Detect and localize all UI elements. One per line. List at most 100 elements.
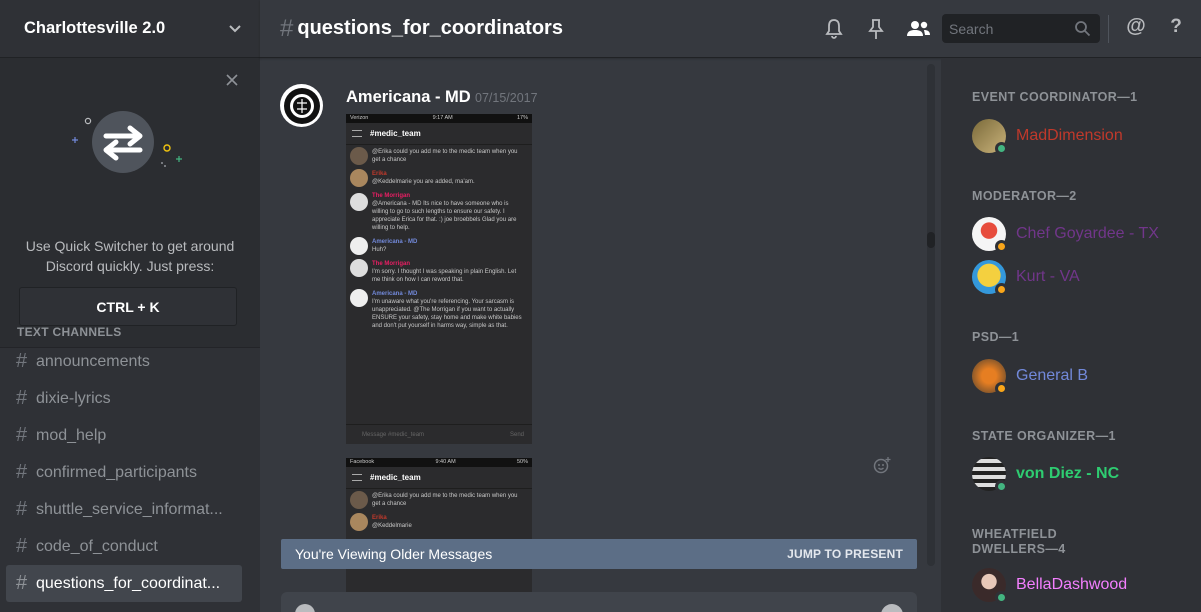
phone-channel-name: #medic_team: [370, 473, 421, 482]
member-item[interactable]: Kurt - VA: [972, 259, 1192, 296]
hash-icon: #: [280, 14, 294, 42]
hash-icon: #: [16, 424, 28, 446]
hash-icon: #: [16, 350, 28, 372]
member-item[interactable]: MadDimension: [972, 118, 1192, 155]
menu-icon: [352, 474, 362, 481]
upload-icon[interactable]: [295, 604, 315, 612]
close-icon[interactable]: [224, 72, 240, 88]
member-item[interactable]: von Diez - NC: [972, 456, 1192, 493]
member-name: MadDimension: [1016, 127, 1123, 144]
member-name: Kurt - VA: [1016, 268, 1080, 285]
member-item[interactable]: General B: [972, 358, 1192, 395]
channel-dixie-lyrics[interactable]: # dixie-lyrics: [6, 380, 242, 417]
channel-label: announcements: [36, 352, 150, 370]
phone-message-text: @Americana - MD Its nice to have someone…: [372, 201, 517, 231]
member-item[interactable]: Chef Goyardee - TX: [972, 216, 1192, 253]
status-online-icon: [995, 480, 1008, 493]
channel-sidebar: Charlottesville 2.0 Use Quick Switcher t…: [0, 0, 260, 612]
phone-channel-header: #medic_team: [346, 123, 532, 145]
avatar: [972, 260, 1008, 296]
channel-label: shuttle_service_informat...: [36, 500, 223, 518]
phone-message-author: Erika: [372, 171, 387, 177]
channel-shuttle-service[interactable]: # shuttle_service_informat...: [6, 491, 242, 528]
quick-switcher-text: Use Quick Switcher to get around Discord…: [0, 236, 260, 276]
avatar: [972, 568, 1008, 604]
role-header: STATE ORGANIZER—1: [972, 429, 1116, 443]
older-messages-bar[interactable]: You're Viewing Older Messages JUMP TO PR…: [281, 539, 917, 569]
status-online-icon: [995, 142, 1008, 155]
mention-icon[interactable]: @: [1124, 15, 1148, 39]
menu-icon: [352, 130, 362, 137]
member-list: EVENT COORDINATOR—1 MadDimension MODERAT…: [941, 58, 1201, 612]
quick-switcher-illustration: [72, 111, 182, 173]
phone-message-text: @Keddelmarie you are added, ma'am.: [372, 179, 475, 185]
chevron-down-icon[interactable]: [228, 22, 242, 36]
channel-confirmed-participants[interactable]: # confirmed_participants: [6, 454, 242, 491]
hash-icon: #: [16, 572, 28, 594]
text-channels-header[interactable]: TEXT CHANNELS: [17, 325, 122, 339]
jump-to-present-button[interactable]: JUMP TO PRESENT: [787, 547, 903, 561]
bell-icon[interactable]: [822, 17, 846, 41]
channel-title: questions_for_coordinators: [297, 17, 563, 39]
phone-carrier: Facebook: [350, 459, 375, 465]
help-icon[interactable]: ?: [1164, 16, 1188, 40]
quick-switcher-line2: Discord quickly. Just press:: [45, 258, 215, 274]
avatar: [972, 359, 1008, 395]
phone-message-author: The Morrigan: [372, 261, 411, 267]
member-item[interactable]: BellaDashwood: [972, 567, 1192, 604]
scrollbar-thumb[interactable]: [927, 232, 935, 248]
phone-message: Erika @Keddelmarie you are added, ma'am.: [346, 167, 532, 189]
role-header: WHEATFIELD DWELLERS—4: [972, 527, 1066, 556]
search-icon[interactable]: [1074, 20, 1091, 37]
hash-icon: #: [16, 461, 28, 483]
toolbar-divider: [1108, 15, 1109, 43]
guild-name[interactable]: Charlottesville 2.0: [24, 19, 165, 38]
channel-questions-for-coordinators[interactable]: # questions_for_coordinat...: [6, 565, 242, 602]
search-input[interactable]: [942, 14, 1068, 43]
phone-battery: 50%: [516, 459, 528, 465]
avatar[interactable]: [280, 84, 323, 127]
channel-announcements[interactable]: # announcements: [6, 343, 242, 380]
phone-message-input: Message #medic_team Send: [346, 424, 532, 444]
phone-message-text: Huh?: [372, 247, 387, 253]
quick-switcher-shortcut-button[interactable]: CTRL + K: [19, 287, 237, 326]
phone-channel-header: #medic_team: [346, 467, 532, 489]
phone-status-bar: Verizon 9:17 AM 17%: [346, 114, 532, 123]
channel-label: code_of_conduct: [36, 537, 158, 555]
channel-list: # announcements # dixie-lyrics # mod_help #…: [6, 343, 242, 602]
pin-icon[interactable]: [864, 17, 888, 41]
hash-icon: #: [16, 498, 28, 520]
image-attachment[interactable]: Verizon 9:17 AM 17% #medic_team @Erika c…: [346, 114, 532, 444]
phone-message: Erika @Keddelmarie: [346, 511, 532, 533]
message-author[interactable]: Americana - MD: [346, 88, 471, 107]
phone-channel-name: #medic_team: [370, 129, 421, 138]
older-messages-text: You're Viewing Older Messages: [295, 546, 493, 562]
members-icon[interactable]: [904, 17, 932, 41]
emoji-icon[interactable]: [881, 604, 903, 612]
phone-time: 9:40 AM: [435, 459, 456, 465]
channel-code-of-conduct[interactable]: # code_of_conduct: [6, 528, 242, 565]
add-reaction-icon[interactable]: [873, 456, 891, 474]
phone-message: Americana - MD I'm unaware what you're re…: [346, 287, 532, 333]
status-idle-icon: [995, 240, 1008, 253]
image-attachment[interactable]: Facebook 9:40 AM 50% #medic_team @Erika …: [346, 458, 532, 612]
member-name: Chef Goyardee - TX: [1016, 225, 1159, 242]
phone-message-author: The Morrigan: [372, 193, 411, 199]
member-name: BellaDashwood: [1016, 576, 1128, 593]
phone-message-author: Americana - MD: [372, 291, 418, 297]
role-header: PSD—1: [972, 330, 1020, 344]
message-timestamp: 07/15/2017: [475, 91, 538, 105]
guild-header[interactable]: Charlottesville 2.0: [0, 0, 260, 58]
channel-label: mod_help: [36, 426, 107, 444]
channel-mod-help[interactable]: # mod_help: [6, 417, 242, 454]
phone-time: 9:17 AM: [432, 115, 453, 121]
quick-switcher-line1: Use Quick Switcher to get around: [25, 238, 235, 254]
hash-icon: #: [16, 535, 28, 557]
avatar: [972, 457, 1008, 493]
phone-message-author: Americana - MD: [372, 239, 418, 245]
message-scrollbar[interactable]: [927, 64, 935, 566]
message-composer[interactable]: [281, 592, 917, 612]
avatar: [972, 217, 1008, 253]
search-box[interactable]: [942, 14, 1100, 43]
phone-status-bar: Facebook 9:40 AM 50%: [346, 458, 532, 467]
